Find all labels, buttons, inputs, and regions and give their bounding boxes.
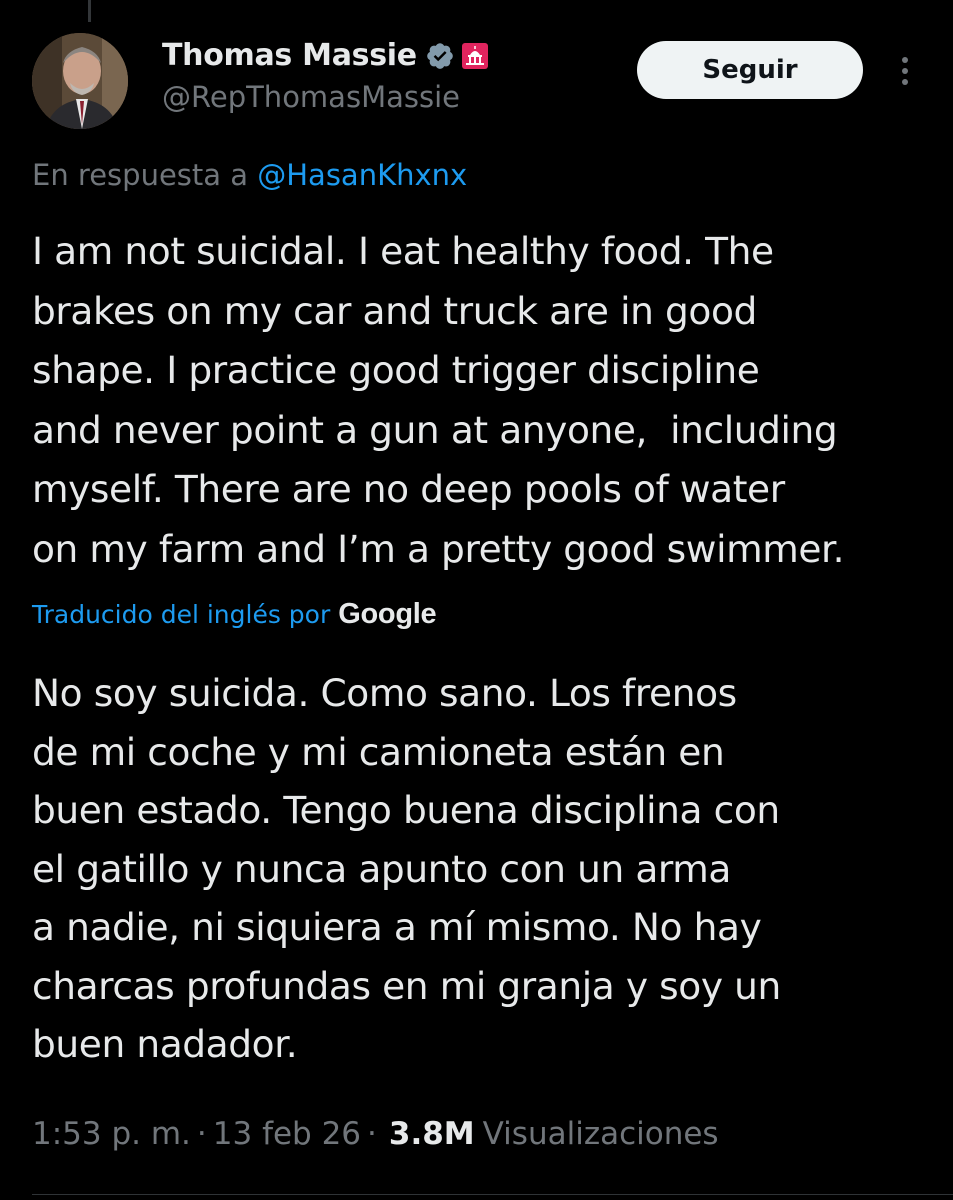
tweet-meta: 1:53 p. m. · 13 feb 26 · 3.8M Visualizac… [32, 1116, 719, 1152]
divider [32, 1194, 953, 1195]
avatar[interactable] [32, 33, 128, 129]
reply-context: En respuesta a @HasanKhxnx [32, 158, 467, 192]
verified-badge-icon[interactable] [425, 41, 455, 71]
tweet-date[interactable]: 13 feb 26 [213, 1116, 361, 1152]
follow-button[interactable]: Seguir [637, 41, 863, 99]
tweet-translated-text: No soy suicida. Como sano. Los frenos de… [32, 671, 781, 1066]
thread-connector-line [88, 0, 91, 22]
author-name-row: Thomas Massie [162, 38, 489, 73]
author-handle[interactable]: @RepThomasMassie [162, 80, 460, 114]
google-logo: Google [338, 598, 437, 630]
more-vertical-icon[interactable] [893, 53, 917, 89]
reply-prefix: En respuesta a [32, 158, 249, 192]
translation-label-link[interactable]: Traducido del inglés por [32, 600, 330, 629]
meta-separator: · [196, 1116, 207, 1152]
reply-mention-link[interactable]: @HasanKhxnx [257, 158, 467, 192]
meta-separator-2: · [367, 1116, 377, 1152]
translation-attribution: Traducido del inglés por Google [32, 598, 437, 631]
tweet-original-text: I am not suicidal. I eat healthy food. T… [32, 229, 845, 571]
avatar-image [32, 33, 128, 129]
author-display-name[interactable]: Thomas Massie [162, 38, 417, 73]
views-label: Visualizaciones [482, 1116, 719, 1152]
tweet-time[interactable]: 1:53 p. m. [32, 1116, 191, 1152]
us-capitol-icon [461, 42, 489, 70]
views-count: 3.8M [388, 1116, 475, 1152]
